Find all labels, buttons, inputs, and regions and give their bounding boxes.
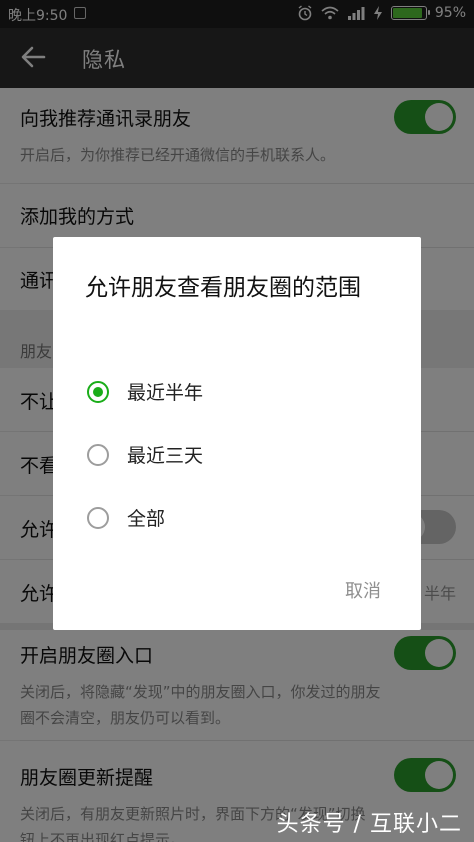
option-label: 全部 xyxy=(127,508,166,530)
option-label: 最近半年 xyxy=(127,382,204,404)
option-all[interactable]: 全部 xyxy=(87,498,387,538)
dialog-title: 允许朋友查看朋友圈的范围 xyxy=(85,275,361,301)
radio-checked-icon[interactable] xyxy=(87,381,109,403)
radio-unchecked-icon[interactable] xyxy=(87,444,109,466)
visibility-range-dialog: 允许朋友查看朋友圈的范围 最近半年 最近三天 全部 取消 xyxy=(53,237,421,630)
radio-unchecked-icon[interactable] xyxy=(87,507,109,529)
option-last-half-year[interactable]: 最近半年 xyxy=(87,372,387,412)
watermark: 头条号 / 互联小二 xyxy=(276,812,462,837)
cancel-button[interactable]: 取消 xyxy=(345,577,381,603)
option-last-three-days[interactable]: 最近三天 xyxy=(87,435,387,475)
radio-dot xyxy=(93,387,103,397)
screen: 晚上9:50 xyxy=(0,0,474,842)
option-label: 最近三天 xyxy=(127,445,204,467)
